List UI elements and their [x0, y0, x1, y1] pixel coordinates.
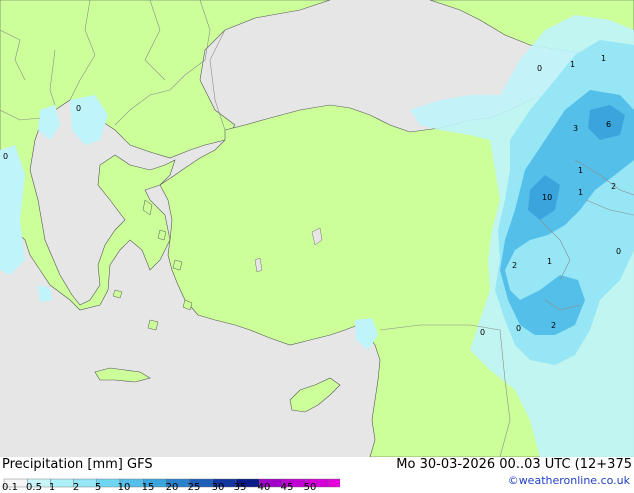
legend-tick-label: 0.5 [26, 482, 42, 493]
legend-tick-label: 15 [141, 482, 155, 493]
legend-swatch [328, 478, 353, 488]
value-label: 0 [480, 328, 485, 337]
legend-tick-label: 45 [280, 482, 294, 493]
legend-tick-label: 0.1 [2, 482, 18, 493]
value-label: 10 [542, 193, 552, 202]
legend-tick-label: 1 [48, 482, 56, 493]
map-canvas: 1 1 0 3 6 10 1 2 1 2 0 0 2 1 0 0 0 [0, 0, 634, 457]
legend-tick-label: 5 [94, 482, 102, 493]
value-label: 0 [616, 247, 621, 256]
footer: Precipitation [mm] GFS Mo 30-03-2026 00.… [0, 457, 634, 493]
value-label: 2 [551, 321, 556, 330]
value-label: 1 [547, 257, 552, 266]
value-label: 1 [601, 54, 606, 63]
value-label: 0 [76, 104, 81, 113]
legend-tick-label: 50 [303, 482, 317, 493]
value-label: 0 [537, 64, 542, 73]
value-label: 1 [570, 60, 575, 69]
legend-tick-label: 25 [187, 482, 201, 493]
legend-tick-label: 20 [165, 482, 179, 493]
value-label: 2 [611, 182, 616, 191]
precipitation-map: 1 1 0 3 6 10 1 2 1 2 0 0 2 1 0 0 0 [0, 0, 634, 457]
value-label: 2 [512, 261, 517, 270]
value-label: 6 [606, 120, 611, 129]
legend-tick-label: 35 [233, 482, 247, 493]
value-label: 1 [578, 166, 583, 175]
legend-tick-label: 40 [257, 482, 271, 493]
valid-time: Mo 30-03-2026 00..03 UTC (12+375 [396, 457, 632, 472]
value-label: 3 [573, 124, 578, 133]
legend-tick-label: 2 [72, 482, 80, 493]
value-label: 1 [578, 188, 583, 197]
value-label: 0 [3, 152, 8, 161]
product-title: Precipitation [mm] GFS [2, 457, 153, 472]
credit-link[interactable]: ©weatheronline.co.uk [508, 474, 630, 487]
legend-tick-label: 30 [211, 482, 225, 493]
legend-tick-label: 10 [117, 482, 131, 493]
value-label: 0 [516, 324, 521, 333]
